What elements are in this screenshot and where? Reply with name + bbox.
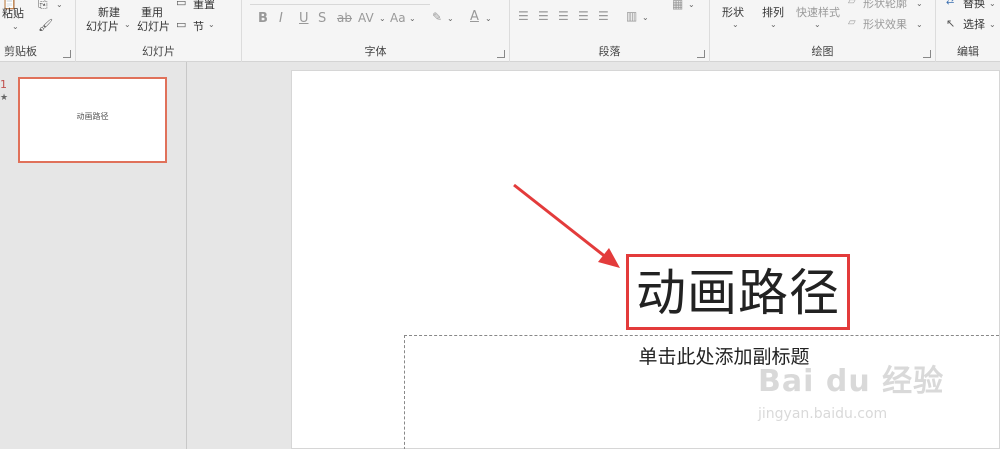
underline-button[interactable]: U bbox=[299, 12, 309, 25]
ribbon: 📋 粘贴 ⌄ ⎘ ⌄ 🖌 剪贴板 新建 幻灯片 ⌄ 重用 幻灯片 ▭ 重置 ▭ … bbox=[0, 0, 1000, 62]
slide-title[interactable]: 动画路径 bbox=[629, 263, 847, 323]
slide-number: 1 bbox=[0, 78, 7, 91]
section-button[interactable]: 节 bbox=[193, 20, 204, 33]
animation-star-icon: ★ bbox=[0, 93, 9, 103]
justify-icon[interactable]: ☰ bbox=[578, 9, 589, 23]
reset-button[interactable]: 重置 bbox=[193, 0, 215, 11]
new-slide-button-line2[interactable]: 幻灯片 bbox=[86, 20, 119, 33]
replace-button[interactable]: 替换 bbox=[963, 0, 985, 10]
shape-outline-button[interactable]: 形状轮廓 bbox=[863, 0, 907, 10]
clipboard-launcher-icon[interactable] bbox=[63, 50, 71, 58]
shape-effects-icon[interactable]: ▱ bbox=[848, 17, 856, 28]
select-button[interactable]: 选择 bbox=[963, 18, 985, 31]
char-spacing-button[interactable]: AV bbox=[358, 12, 374, 25]
slides-group: 新建 幻灯片 ⌄ 重用 幻灯片 ▭ 重置 ▭ 节 ⌄ 幻灯片 bbox=[76, 0, 242, 62]
bold-button[interactable]: B bbox=[258, 12, 268, 25]
italic-button[interactable]: I bbox=[279, 12, 283, 25]
shape-effects-dropdown-icon[interactable]: ⌄ bbox=[916, 20, 923, 29]
watermark: Bai du 经验 jingyan.baidu.com bbox=[758, 356, 944, 422]
shape-outline-dropdown-icon[interactable]: ⌄ bbox=[916, 0, 923, 8]
paragraph-group-label: 段落 bbox=[598, 45, 621, 58]
editing-group-label: 编辑 bbox=[957, 45, 979, 58]
drawing-group: 形状 ⌄ 排列 ⌄ 快速样式 ⌄ ▱ 形状轮廓 ⌄ ▱ 形状效果 ⌄ 绘图 bbox=[710, 0, 936, 62]
paste-dropdown-icon[interactable]: ⌄ bbox=[12, 22, 19, 31]
quick-styles-button[interactable]: 快速样式 bbox=[796, 6, 840, 19]
slide-thumbnail-title: 动画路径 bbox=[76, 112, 109, 121]
font-name-box[interactable] bbox=[250, 4, 430, 5]
select-dropdown-icon[interactable]: ⌄ bbox=[989, 20, 996, 29]
arrange-button[interactable]: 排列 bbox=[762, 6, 784, 19]
highlight-icon[interactable]: ✎ bbox=[432, 10, 442, 24]
drawing-launcher-icon[interactable] bbox=[923, 50, 931, 58]
shape-effects-button[interactable]: 形状效果 bbox=[863, 18, 907, 31]
strikethrough-button[interactable]: ab bbox=[337, 12, 352, 25]
replace-dropdown-icon[interactable]: ⌄ bbox=[989, 0, 996, 8]
paragraph-launcher-icon[interactable] bbox=[697, 50, 705, 58]
change-case-dropdown-icon[interactable]: ⌄ bbox=[409, 14, 416, 23]
distributed-icon[interactable]: ☰ bbox=[598, 9, 609, 23]
slides-group-label: 幻灯片 bbox=[142, 45, 175, 58]
columns-dropdown-icon[interactable]: ⌄ bbox=[642, 13, 649, 22]
font-launcher-icon[interactable] bbox=[497, 50, 505, 58]
shadow-button[interactable]: S bbox=[318, 12, 326, 25]
columns-icon[interactable]: ▥ bbox=[626, 9, 637, 23]
reuse-slides-button[interactable]: 重用 bbox=[141, 6, 163, 19]
editing-group: ⇄ 替换 ⌄ ↖ 选择 ⌄ 编辑 bbox=[936, 0, 1000, 62]
font-color-dropdown-icon[interactable]: ⌄ bbox=[485, 14, 492, 23]
select-icon[interactable]: ↖ bbox=[946, 17, 955, 30]
section-dropdown-icon[interactable]: ⌄ bbox=[208, 20, 215, 29]
replace-icon[interactable]: ⇄ bbox=[946, 0, 954, 7]
align-center-icon[interactable]: ☰ bbox=[538, 9, 549, 23]
smartart-dropdown-icon[interactable]: ⌄ bbox=[688, 0, 695, 9]
paragraph-group: ☰ ☰ ☰ ☰ ☰ ▥ ⌄ ▦ ⌄ 段落 bbox=[510, 0, 710, 62]
new-slide-dropdown-icon[interactable]: ⌄ bbox=[124, 20, 131, 29]
copy-icon[interactable]: ⎘ bbox=[38, 0, 48, 12]
char-spacing-dropdown-icon[interactable]: ⌄ bbox=[379, 14, 386, 23]
reuse-slides-button-line2[interactable]: 幻灯片 bbox=[137, 20, 170, 33]
highlight-dropdown-icon[interactable]: ⌄ bbox=[447, 14, 454, 23]
font-group-label: 字体 bbox=[364, 45, 387, 58]
paste-button[interactable]: 粘贴 bbox=[2, 7, 24, 20]
reset-icon[interactable]: ▭ bbox=[176, 0, 186, 9]
align-left-icon[interactable]: ☰ bbox=[518, 9, 529, 23]
section-icon[interactable]: ▭ bbox=[176, 18, 186, 31]
watermark-logo: Bai du 经验 bbox=[758, 364, 945, 399]
new-slide-button[interactable]: 新建 bbox=[98, 6, 120, 19]
drawing-group-label: 绘图 bbox=[811, 45, 834, 58]
title-placeholder[interactable]: 动画路径 bbox=[626, 254, 850, 330]
format-painter-icon[interactable]: 🖌 bbox=[38, 18, 53, 32]
font-color-button[interactable]: A bbox=[470, 10, 479, 23]
copy-dropdown-icon[interactable]: ⌄ bbox=[56, 0, 63, 9]
shapes-button[interactable]: 形状 bbox=[722, 6, 744, 19]
clipboard-group: 📋 粘贴 ⌄ ⎘ ⌄ 🖌 剪贴板 bbox=[0, 0, 76, 62]
shapes-dropdown-icon[interactable]: ⌄ bbox=[732, 20, 739, 29]
smartart-icon[interactable]: ▦ bbox=[672, 0, 683, 11]
slide-thumbnail[interactable]: 动画路径 bbox=[18, 77, 167, 163]
quick-styles-dropdown-icon[interactable]: ⌄ bbox=[814, 20, 821, 29]
align-right-icon[interactable]: ☰ bbox=[558, 9, 569, 23]
font-group: B I U S ab AV ⌄ Aa ⌄ ✎ ⌄ A ⌄ 字体 bbox=[242, 0, 510, 62]
change-case-button[interactable]: Aa bbox=[390, 12, 406, 25]
shape-outline-icon[interactable]: ▱ bbox=[848, 0, 856, 7]
watermark-url: jingyan.baidu.com bbox=[758, 406, 888, 422]
arrange-dropdown-icon[interactable]: ⌄ bbox=[770, 20, 777, 29]
slide-thumbnail-panel: 1 ★ 动画路径 bbox=[0, 62, 187, 449]
